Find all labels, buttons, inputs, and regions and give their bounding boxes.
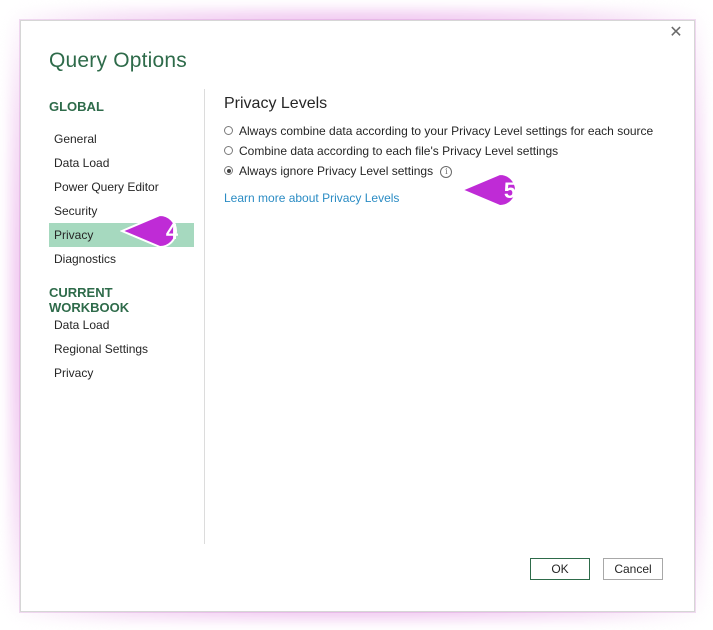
radio-always-combine[interactable] [224, 126, 233, 135]
nav-item-regional-settings[interactable]: Regional Settings [49, 337, 194, 361]
cancel-button[interactable]: Cancel [603, 558, 663, 580]
option-combine-per-file[interactable]: Combine data according to each file's Pr… [224, 141, 664, 161]
section-title: Privacy Levels [224, 95, 328, 112]
callout-5-marker: 5 [460, 172, 517, 208]
nav-item-power-query-editor[interactable]: Power Query Editor [49, 175, 194, 199]
nav-item-data-load[interactable]: Data Load [49, 151, 194, 175]
dialog-title: Query Options [49, 49, 187, 72]
radio-combine-per-file[interactable] [224, 146, 233, 155]
query-options-dialog: ✕ Query Options GLOBAL General Data Load… [20, 20, 695, 612]
callout-4-marker: 4 [120, 213, 179, 249]
nav-item-workbook-data-load[interactable]: Data Load [49, 313, 194, 337]
privacy-levels-panel: Privacy Levels Always combine data accor… [224, 95, 664, 207]
nav-heading-global: GLOBAL [49, 99, 104, 114]
option-always-ignore-label: Always ignore Privacy Level settings [239, 164, 434, 178]
nav-divider [204, 89, 205, 544]
nav-item-general[interactable]: General [49, 127, 194, 151]
radio-always-ignore[interactable] [224, 166, 233, 175]
nav-heading-current-workbook: CURRENT WORKBOOK [49, 285, 130, 315]
ok-button[interactable]: OK [530, 558, 590, 580]
info-icon[interactable]: i [440, 165, 453, 178]
screenshot-stage: ✕ Query Options GLOBAL General Data Load… [0, 0, 713, 630]
learn-more-link[interactable]: Learn more about Privacy Levels [224, 191, 399, 205]
callout-4-label: 4 [166, 219, 179, 244]
nav-item-workbook-privacy[interactable]: Privacy [49, 361, 194, 385]
option-always-combine[interactable]: Always combine data according to your Pr… [224, 121, 664, 141]
option-combine-per-file-label: Combine data according to each file's Pr… [239, 144, 559, 158]
callout-5-label: 5 [504, 178, 516, 203]
option-always-combine-label: Always combine data according to your Pr… [239, 124, 654, 138]
close-icon[interactable]: ✕ [668, 25, 684, 41]
option-always-ignore[interactable]: Always ignore Privacy Level settings i [224, 161, 664, 181]
